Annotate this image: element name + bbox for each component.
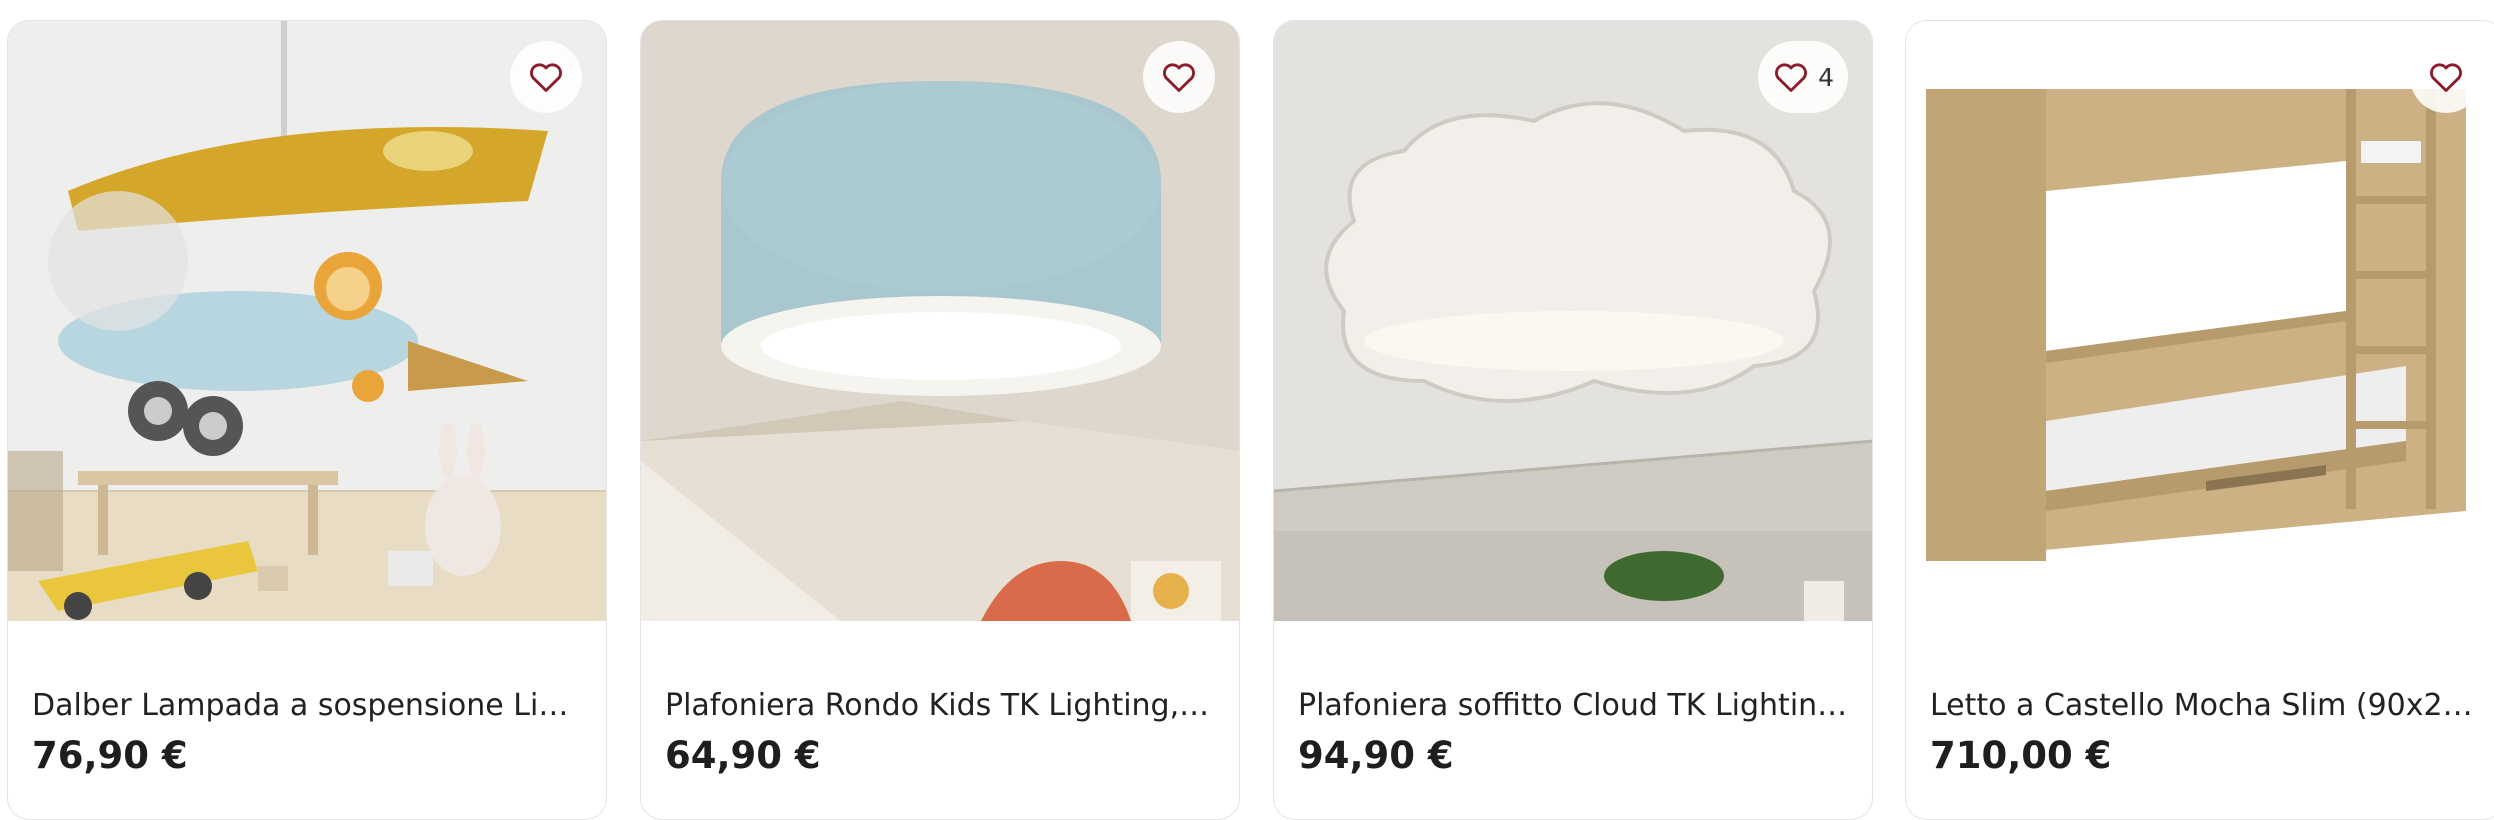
heart-icon	[1775, 63, 1808, 92]
product-price: 710,00 €	[1930, 734, 2112, 777]
product-row: Dalber Lampada a sospensione Lion... 76,…	[0, 20, 2494, 820]
heart-icon	[2430, 63, 2462, 92]
heart-icon	[530, 63, 562, 92]
favorite-button[interactable]	[2410, 41, 2482, 113]
product-card[interactable]: Plafoniera Rondo Kids TK Lighting, di...…	[640, 20, 1240, 820]
product-image[interactable]	[1906, 21, 2494, 621]
product-image[interactable]	[641, 21, 1239, 621]
product-title[interactable]: Dalber Lampada a sospensione Lion...	[32, 686, 584, 726]
favorite-count: 4	[1818, 62, 1834, 92]
product-title[interactable]: Plafoniera Rondo Kids TK Lighting, di...	[665, 686, 1217, 726]
product-card[interactable]: Dalber Lampada a sospensione Lion... 76,…	[7, 20, 607, 820]
product-price: 76,90 €	[32, 734, 188, 777]
favorite-button[interactable]	[1143, 41, 1215, 113]
product-card[interactable]: 4 Plafoniera soffitto Cloud TK Lighting,…	[1273, 20, 1873, 820]
product-price: 64,90 €	[665, 734, 821, 777]
product-title[interactable]: Plafoniera soffitto Cloud TK Lighting,..…	[1298, 686, 1850, 726]
favorite-button[interactable]	[510, 41, 582, 113]
favorite-button[interactable]: 4	[1758, 41, 1848, 113]
product-price: 94,90 €	[1298, 734, 1454, 777]
product-image[interactable]	[8, 21, 606, 621]
heart-icon	[1163, 63, 1195, 92]
product-title[interactable]: Letto a Castello Mocha Slim (90x200...	[1930, 686, 2482, 726]
product-card[interactable]: Letto a Castello Mocha Slim (90x200... 7…	[1905, 20, 2494, 820]
